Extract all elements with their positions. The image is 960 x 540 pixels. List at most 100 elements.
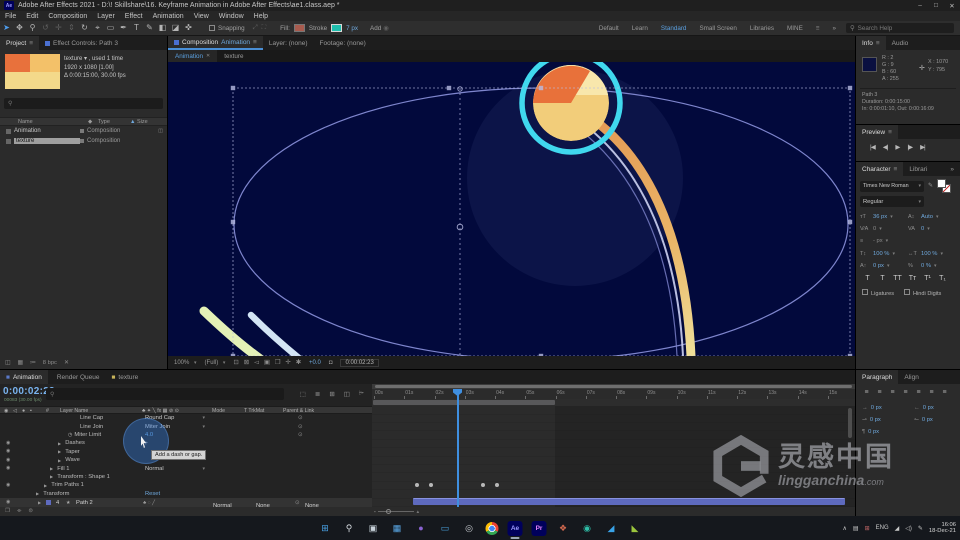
hindi-digits-checkbox[interactable]: Hindi Digits [904, 289, 941, 297]
kerning-field[interactable]: V∕A 0▾ [860, 226, 908, 232]
baseline-shift-field[interactable]: A↑ 0 px▾ [860, 263, 908, 269]
stopwatch-icon[interactable]: ◷ [68, 432, 72, 438]
indent-field[interactable]: ¶ 0 px [856, 426, 908, 438]
start-button[interactable]: ⊞ [318, 521, 333, 536]
tab-character[interactable]: Character ≡ [856, 162, 903, 176]
pickwhip-icon[interactable]: ⊙ [295, 500, 300, 506]
timeline-toolbar-icon[interactable]: ⌲ [359, 390, 364, 398]
stroke-color-swatch[interactable] [331, 24, 342, 32]
task-view-icon[interactable]: ▣ [366, 521, 381, 536]
expand-arrow-icon[interactable]: ▶ [38, 500, 41, 505]
alignment-button[interactable]: ≡ [875, 389, 884, 396]
faux-style-button[interactable]: T¹ [922, 275, 933, 282]
property-label[interactable]: Transform : Shape 1 [57, 474, 110, 480]
snap-angle-icon[interactable]: ⤢ [253, 24, 258, 32]
vertical-scale-field[interactable]: T↕ 100 %▾ [860, 251, 908, 257]
dolly-camera-tool-icon[interactable]: ⇕ [65, 21, 78, 35]
after-effects-icon[interactable]: Ae [508, 521, 523, 536]
timeline-toolbar-icon[interactable]: ◫ [344, 390, 350, 398]
search-icon[interactable]: ⚲ [342, 521, 357, 536]
project-search-input[interactable]: ⚲ [4, 98, 163, 109]
work-area-region[interactable] [373, 400, 555, 405]
keyframe-dot[interactable] [429, 483, 433, 487]
close-button[interactable]: ✕ [944, 2, 960, 10]
timeline-toolbar-icon[interactable]: ≣ [315, 390, 320, 398]
layer-duration-bar[interactable] [413, 498, 845, 505]
property-dropdown[interactable]: Normal▾ [145, 466, 205, 472]
last-frame-button[interactable]: ▶| [920, 143, 925, 151]
indent-field[interactable]: ← 0 px [908, 402, 960, 414]
next-frame-button[interactable]: |▶ [907, 143, 912, 151]
menu-item[interactable]: Help [249, 13, 273, 20]
workspace-tab[interactable]: Default [599, 25, 619, 32]
clone-stamp-tool-icon[interactable]: ◧ [156, 21, 169, 35]
geforce-icon[interactable]: ◣ [628, 521, 643, 536]
project-footer-icon[interactable]: ≔ [30, 360, 36, 366]
timeline-toggle-icon[interactable]: ⊜ [28, 508, 33, 515]
property-label[interactable]: Line Join [80, 424, 103, 430]
help-search-input[interactable]: ⚲ Search Help [846, 23, 954, 33]
mask-shape-tool-icon[interactable]: ▭ [104, 21, 117, 35]
workspace-tab[interactable]: Libraries [750, 25, 774, 32]
eye-icon[interactable]: ◉ [6, 466, 10, 471]
project-column-header[interactable]: Name ◆ Type ▲ Size [0, 117, 167, 126]
composition-canvas[interactable] [168, 62, 855, 356]
timeline-toolbar-icon[interactable]: ⬚ [300, 390, 306, 398]
property-label[interactable]: Trim Paths 1 [51, 482, 84, 488]
timeline-toolbar-icon[interactable]: ⊞ [329, 390, 334, 398]
expand-arrow-icon[interactable]: ▶ [58, 449, 61, 454]
keyframe-dot[interactable] [415, 483, 419, 487]
resolution-select[interactable]: (Full) ▾ [205, 360, 226, 366]
menu-item[interactable]: Composition [43, 13, 92, 20]
tray-display-icon[interactable]: ▤ [853, 525, 859, 532]
expand-arrow-icon[interactable]: ▶ [58, 458, 61, 463]
eye-icon[interactable]: ◉ [6, 458, 10, 463]
stroke-width-value[interactable]: 7 px [346, 25, 358, 32]
display-app-icon[interactable]: ▭ [438, 521, 453, 536]
property-label[interactable]: Miter Limit [74, 432, 101, 438]
widgets-icon[interactable]: ▦ [390, 521, 405, 536]
davinci-resolve-icon[interactable]: ❖ [556, 521, 571, 536]
camera-tool-icon[interactable]: ⌖ [91, 21, 104, 35]
font-size-field[interactable]: ᴛT 36 px▾ [860, 214, 908, 220]
indent-field[interactable]: ⇀ 0 px [856, 414, 908, 426]
menu-item[interactable]: View [189, 13, 214, 20]
layer-color-swatch[interactable] [46, 500, 51, 505]
puppet-pin-tool-icon[interactable]: ✜ [182, 21, 195, 35]
magnification-select[interactable]: 100% ▾ [174, 360, 197, 366]
audio-app-icon[interactable]: ◉ [580, 521, 595, 536]
property-label[interactable]: Wave [65, 457, 80, 463]
viewport-option-icon[interactable]: ◅ [254, 359, 259, 366]
zoom-tool-icon[interactable]: ⚲ [26, 21, 39, 35]
property-label[interactable]: Line Cap [80, 415, 103, 421]
menu-item[interactable]: Animation [148, 13, 189, 20]
previous-frame-button[interactable]: ◀| [883, 143, 888, 151]
first-frame-button[interactable]: |◀ [870, 143, 875, 151]
property-label[interactable]: Taper [65, 449, 80, 455]
vscode-icon[interactable]: ◢ [604, 521, 619, 536]
taskbar-clock[interactable]: 16:0618-Dec-21 [929, 522, 956, 535]
snapping-checkbox[interactable] [209, 25, 215, 31]
viewport-option-icon[interactable]: ⊡ [233, 359, 238, 366]
volume-icon[interactable]: ◁) [905, 525, 912, 532]
faux-style-button[interactable]: T₁ [937, 275, 948, 282]
tab-align[interactable]: Align [898, 370, 924, 384]
panel-menu-icon[interactable]: ≡ [876, 40, 880, 47]
timeline-scrollbar[interactable] [848, 408, 852, 438]
panel-menu-icon[interactable]: ≡ [29, 40, 33, 47]
playhead-line[interactable] [457, 389, 459, 507]
pen-tool-icon[interactable]: ✒ [117, 21, 130, 35]
project-footer-icon[interactable]: 8 bpc [43, 360, 57, 366]
horizontal-scale-field[interactable]: ↔T 100 %▾ [908, 251, 956, 257]
premiere-icon[interactable]: Pr [532, 521, 547, 536]
alignment-button[interactable]: ≡ [862, 389, 871, 396]
viewport-option-icon[interactable]: ⊠ [244, 359, 249, 366]
workspace-tab[interactable]: Standard [661, 25, 687, 32]
expand-arrow-icon[interactable]: ▶ [36, 491, 39, 496]
tab-preview[interactable]: Preview ≡ [856, 125, 898, 139]
expand-arrow-icon[interactable]: ▶ [44, 483, 47, 488]
faux-style-button[interactable]: T [877, 275, 888, 282]
property-label[interactable]: Fill 1 [57, 466, 69, 472]
tab-effect-controls[interactable]: Effect Controls: Path 3 [39, 36, 124, 50]
faux-style-button[interactable]: Tᴛ [907, 275, 918, 282]
